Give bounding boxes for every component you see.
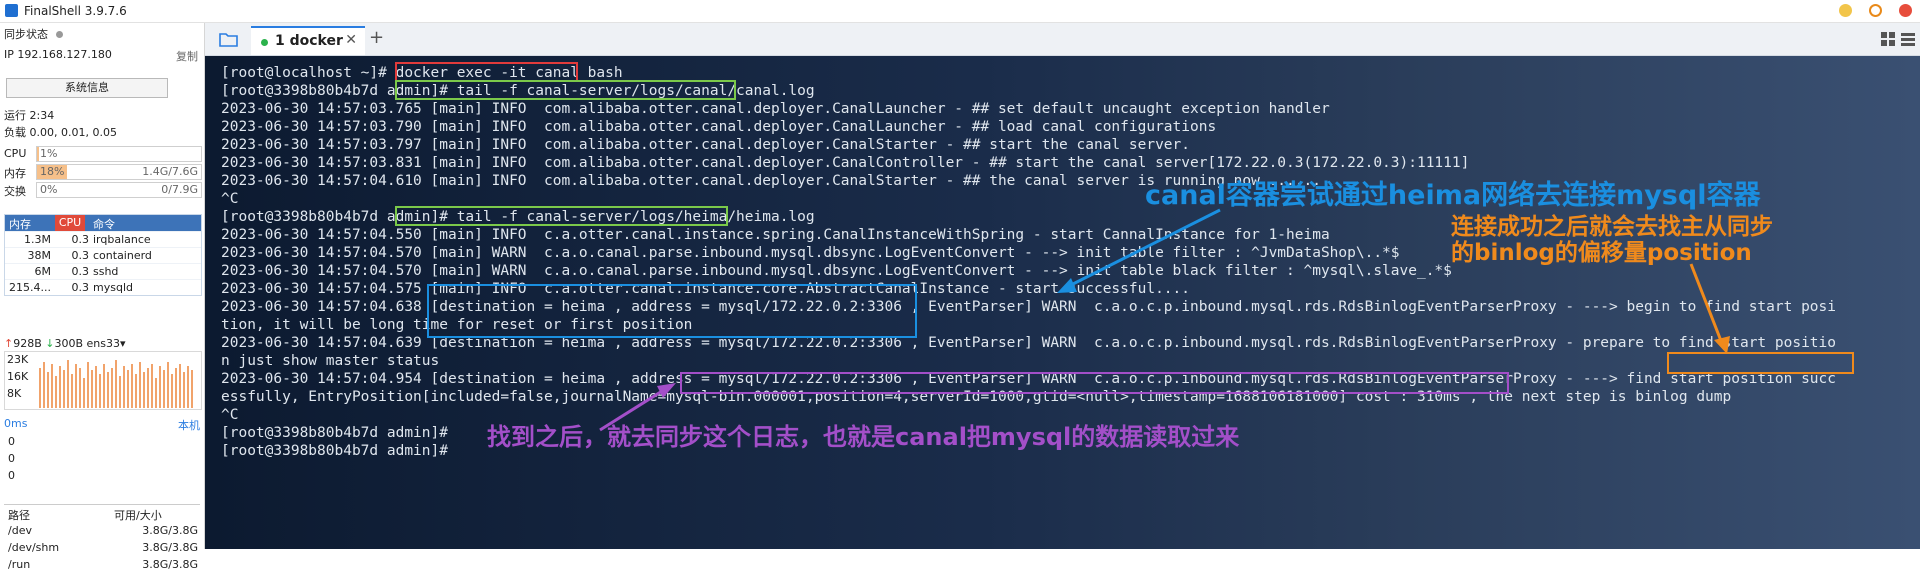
disk-path: /dev [8,524,32,537]
ping-value: 0ms [4,417,28,430]
network-stats: ↑928B ↓300B ens33▾ [4,337,126,350]
tab-bar: 1 docker ✕ + [205,23,1920,56]
proc-cmd: irqbalance [93,233,151,246]
disk-table-header: 路径 可用/大小 [4,505,200,522]
orange-arrow [1689,263,1725,347]
ping-host[interactable]: 本机 [178,417,200,433]
orange-arrowhead [1714,336,1730,354]
connected-dot-icon [261,39,268,46]
add-tab-icon[interactable]: + [369,27,384,48]
upload-arrow-icon: ↑ [4,337,14,350]
ping-tick: 0 [8,469,15,482]
disk-header-size: 可用/大小 [114,509,162,522]
net-download: 300B [54,337,84,350]
proc-cmd: mysqld [93,281,133,294]
table-row[interactable]: 6M 0.3 sshd [5,263,201,279]
disk-header-path: 路径 [8,509,30,522]
tab-docker[interactable]: 1 docker ✕ [251,26,365,55]
proc-mem: 6M [34,265,52,278]
swap-detail: 0/7.9G [161,183,198,196]
sync-dot-icon [55,31,63,38]
list-layout-icon[interactable] [1901,32,1915,46]
close-icon[interactable]: ✕ [345,32,357,48]
proc-header-cpu[interactable]: CPU [55,215,85,231]
table-row[interactable]: 215.4... 0.3 mysqld [5,279,201,295]
proc-mem: 38M [27,249,52,262]
grid-layout-icon[interactable] [1881,32,1895,46]
disk-size: 3.8G/3.8G [142,541,198,554]
table-row[interactable]: /dev 3.8G/3.8G [4,522,200,539]
proc-cmd: containerd [93,249,152,262]
net-interface[interactable]: ens33 [87,337,120,350]
net-upload: 928B [13,337,42,350]
swap-label: 交换 [4,185,26,198]
annotation-arrows [599,208,1730,432]
ping-tick: 0 [8,435,15,448]
purple-arrowhead [657,383,676,398]
disk-path: /run [8,558,31,571]
blue-arrow [1064,208,1221,290]
dropdown-arrow-icon[interactable]: ▾ [120,337,126,350]
folder-icon[interactable] [219,31,239,47]
tab-label: 1 docker [275,33,343,49]
mem-detail: 1.4G/7.6G [142,165,198,178]
table-row[interactable]: 38M 0.3 containerd [5,247,201,263]
table-row[interactable]: /run 3.8G/3.8G [4,556,200,573]
blue-arrowhead [1057,278,1077,293]
load-average: 负载 0.00, 0.01, 0.05 [4,126,117,139]
proc-cpu: 0.3 [71,233,90,246]
terminal-output[interactable]: [root@localhost ~]# docker exec -it cana… [205,56,1920,549]
proc-cpu: 0.3 [71,249,90,262]
mem-value: 18% [40,165,65,178]
cpu-value: 1% [40,147,58,160]
proc-header-cmd[interactable]: 命令 [93,216,115,232]
process-table-header: 内存 CPU 命令 [5,215,201,231]
network-chart: 23K 16K 8K [4,351,202,410]
proc-mem: 1.3M [24,233,51,246]
minimize-button[interactable] [1839,4,1852,17]
ping-tick: 0 [8,452,15,465]
net-tick: 23K [7,353,29,366]
window-title: FinalShell 3.9.7.6 [24,4,127,18]
proc-header-mem[interactable]: 内存 [9,216,31,232]
net-tick: 8K [7,387,22,400]
sync-status-label: 同步状态 [4,28,48,41]
swap-value: 0% [40,183,58,196]
proc-cmd: sshd [93,265,119,278]
cpu-meter-fill [37,147,39,161]
disk-size: 3.8G/3.8G [142,524,198,537]
proc-cpu: 0.3 [71,281,90,294]
uptime: 运行 2:34 [4,109,55,122]
disk-table: 路径 可用/大小 /dev 3.8G/3.8G /dev/shm 3.8G/3.… [4,504,200,573]
proc-cpu: 0.3 [71,265,90,278]
net-tick: 16K [7,370,29,383]
annotation-sync-note: 找到之后，就去同步这个日志，也就是canal把mysql的数据读取过来 [487,423,1240,451]
cpu-meter: 1% [36,146,202,162]
proc-mem: 215.4... [9,281,51,294]
ip-address: IP 192.168.127.180 [4,48,112,61]
title-bar: FinalShell 3.9.7.6 [0,0,1920,23]
swap-meter: 0% 0/7.9G [36,182,202,198]
network-traffic-bars [39,360,193,408]
sync-status: 同步状态 [4,26,63,42]
mem-label: 内存 [4,167,26,180]
sidebar: 同步状态 IP 192.168.127.180 复制 系统信息 运行 2:34 … [0,23,205,571]
system-info-button[interactable]: 系统信息 [6,78,168,98]
disk-size: 3.8G/3.8G [142,558,198,571]
maximize-button[interactable] [1869,4,1882,17]
close-button[interactable] [1899,4,1912,17]
table-row[interactable]: 1.3M 0.3 irqbalance [5,231,201,247]
finalshell-app-icon [5,4,18,17]
annotation-binlog-note-line2: 的binlog的偏移量position [1451,240,1752,266]
process-table: 内存 CPU 命令 1.3M 0.3 irqbalance 38M 0.3 co… [4,214,202,296]
cpu-label: CPU [4,147,27,160]
copy-ip-link[interactable]: 复制 [176,48,198,64]
disk-path: /dev/shm [8,541,60,554]
mem-meter: 18% 1.4G/7.6G [36,164,202,180]
table-row[interactable]: /dev/shm 3.8G/3.8G [4,539,200,556]
ping-chart: 0ms 本机 0 0 0 [4,415,200,487]
